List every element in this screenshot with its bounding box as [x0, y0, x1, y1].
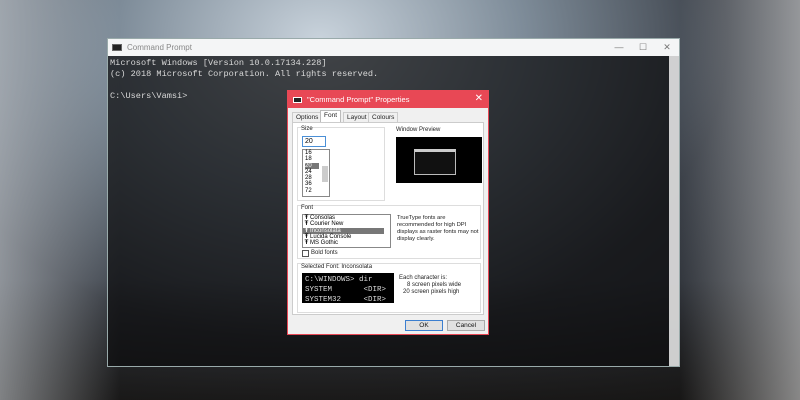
console-title: Command Prompt	[127, 43, 192, 52]
cmd-icon	[293, 96, 302, 103]
minimize-button[interactable]: —	[607, 39, 631, 56]
font-note: TrueType fonts are recommended for high …	[397, 215, 479, 242]
dialog-close-button[interactable]: ✕	[475, 93, 483, 104]
truetype-icon: Ŧ	[304, 233, 309, 240]
char-height-info: 20 screen pixels high	[403, 289, 460, 295]
truetype-icon: Ŧ	[304, 221, 309, 228]
dialog-title: "Command Prompt" Properties	[307, 95, 410, 104]
font-tab-panel: Size 20 16 18 20 24 28 36 72 Window Prev…	[292, 122, 484, 315]
char-width-info: 8 screen pixels wide	[407, 282, 462, 288]
size-scrollbar[interactable]	[322, 166, 328, 182]
console-line: (c) 2018 Microsoft Corporation. All righ…	[110, 69, 379, 79]
bold-fonts-checkbox[interactable]	[302, 250, 309, 257]
ok-button[interactable]: OK	[405, 320, 443, 331]
close-button[interactable]: ✕	[655, 39, 679, 56]
console-line: Microsoft Windows [Version 10.0.17134.22…	[110, 58, 327, 68]
window-preview	[396, 137, 482, 183]
console-scrollbar[interactable]	[669, 56, 679, 366]
size-label: Size	[301, 126, 313, 132]
font-preview: C:\WINDOWS> dir SYSTEM <DIR> SYSTEM32 <DIR…	[302, 273, 394, 303]
window-preview-label: Window Preview	[396, 127, 441, 133]
console-title-bar[interactable]: Command Prompt	[108, 39, 679, 56]
selected-font-label: Selected Font: Inconsolata	[301, 264, 373, 270]
cancel-button[interactable]: Cancel	[447, 320, 485, 331]
size-option[interactable]: 72	[305, 188, 329, 194]
char-info-title: Each character is:	[399, 275, 448, 281]
truetype-icon: Ŧ	[304, 240, 309, 247]
font-label: Font	[301, 205, 314, 211]
truetype-icon: Ŧ	[304, 215, 309, 221]
size-input[interactable]: 20	[302, 136, 326, 147]
truetype-icon: Ŧ	[304, 227, 309, 234]
maximize-button[interactable]: ☐	[631, 39, 655, 56]
size-list[interactable]: 16 18 20 24 28 36 72	[302, 149, 330, 197]
cmd-icon	[112, 44, 122, 51]
font-option[interactable]: Ŧ MS Gothic	[303, 240, 390, 246]
font-list[interactable]: Ŧ Consolas Ŧ Courier New Ŧ Inconsolata Ŧ…	[302, 214, 391, 248]
bold-fonts-label: Bold fonts	[311, 250, 338, 256]
properties-dialog: "Command Prompt" Properties ✕ Options Fo…	[287, 90, 489, 335]
dialog-title-bar[interactable]: "Command Prompt" Properties ✕	[288, 91, 488, 108]
